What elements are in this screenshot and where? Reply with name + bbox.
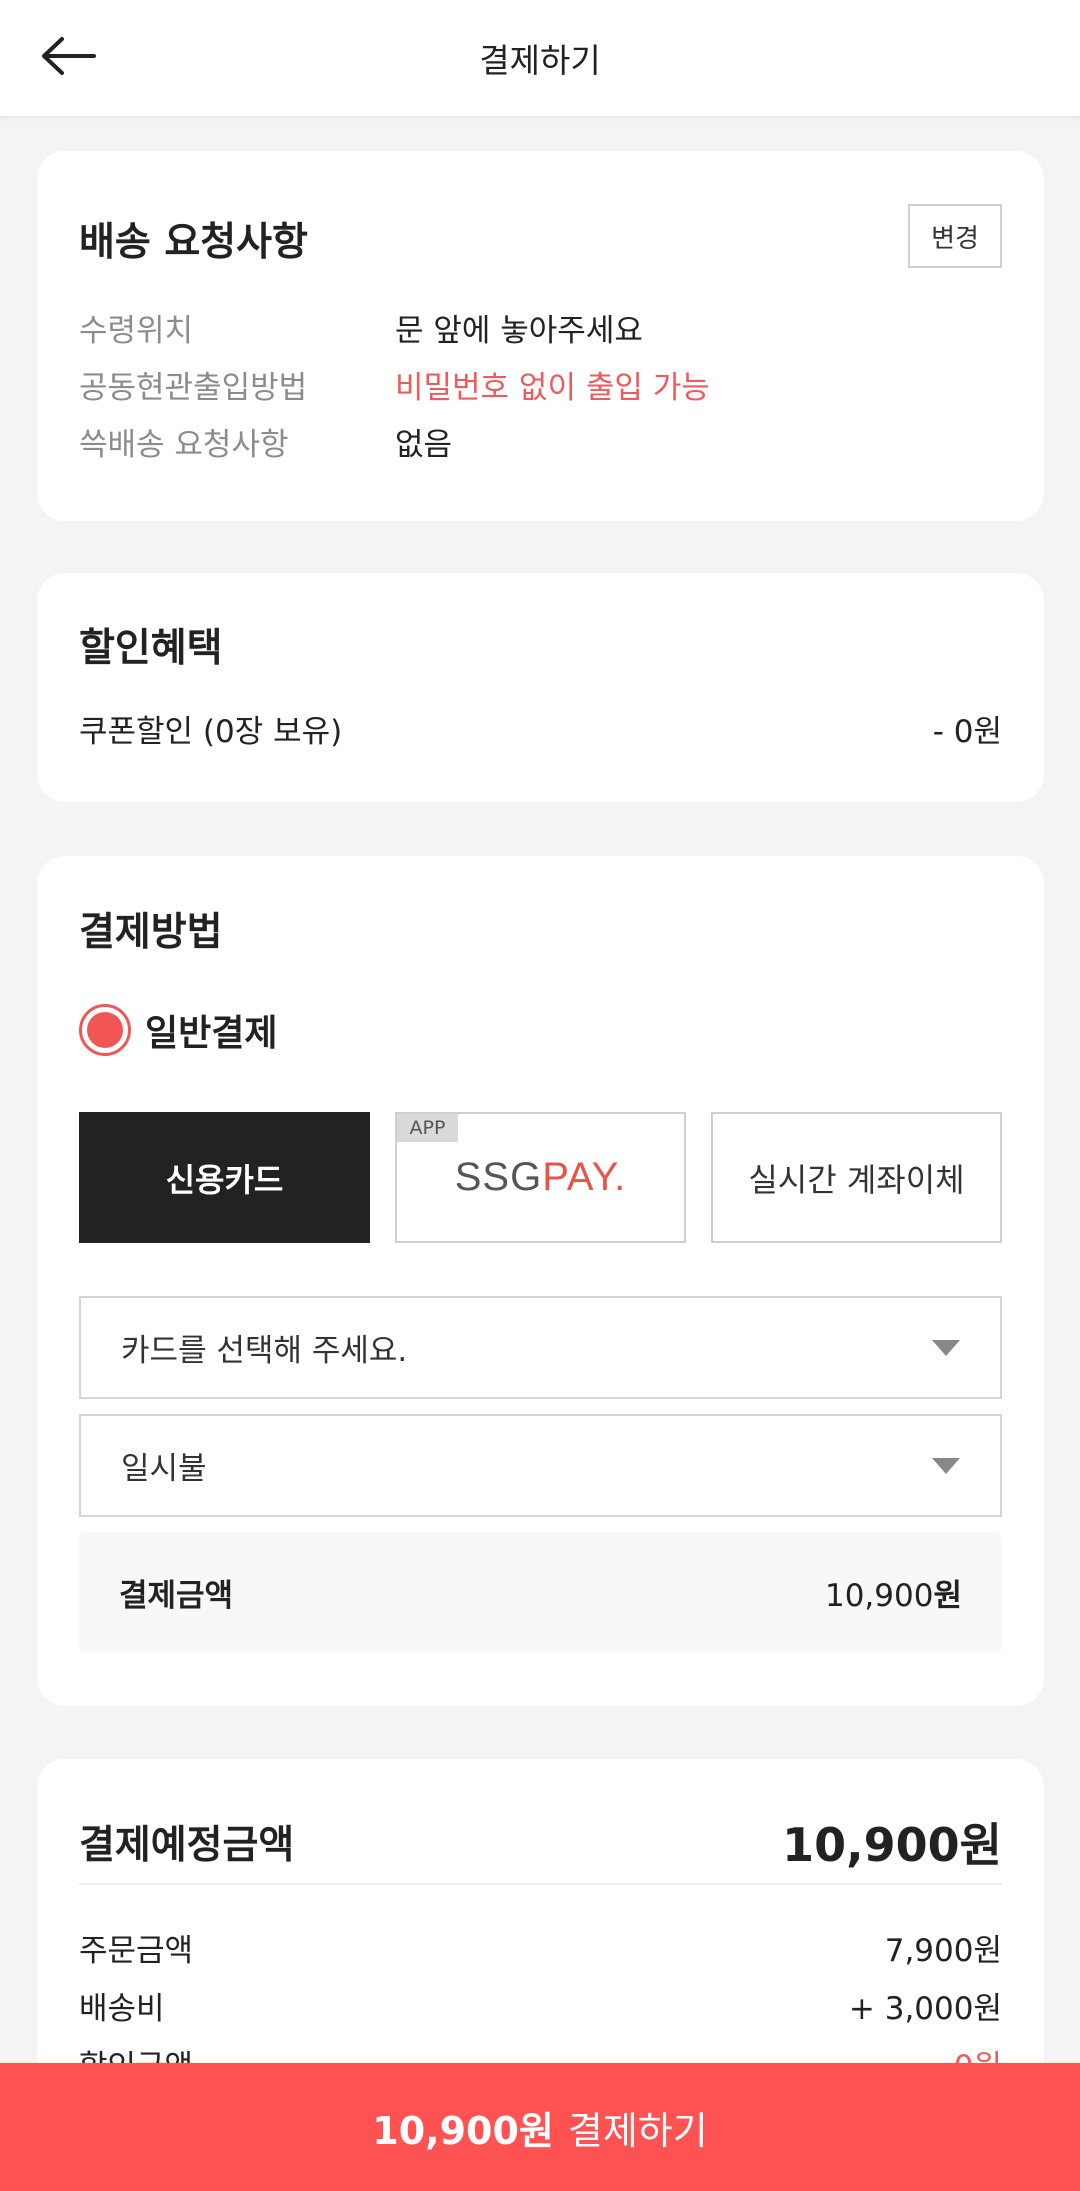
header-bar: 결제하기	[0, 0, 1080, 116]
radio-label: 일반결제	[145, 1013, 278, 1054]
method-credit-card-button[interactable]: 신용카드	[79, 1112, 370, 1243]
payment-amount-value: 10,900원	[824, 1578, 962, 1614]
discount-card: 할인혜택 쿠폰할인 (0장 보유) - 0원	[37, 573, 1044, 802]
change-button[interactable]: 변경	[908, 204, 1002, 268]
expected-amount-total: 10,900원	[782, 1818, 1002, 1872]
payment-method-card: 결제방법 일반결제 신용카드 APP SSGPAY. 실시간 계좌이체 카드를 …	[37, 856, 1044, 1706]
ssgpay-logo: SSGPAY.	[454, 1155, 627, 1199]
discount-title: 할인혜택	[79, 626, 223, 671]
payment-amount-box: 결제금액 10,900원	[79, 1532, 1002, 1653]
card-select-placeholder: 카드를 선택해 주세요.	[121, 1333, 408, 1369]
method-label: 신용카드	[165, 1160, 284, 1199]
caret-down-icon	[932, 1458, 960, 1474]
coupon-value: - 0원	[932, 714, 1002, 750]
detail-label: 배송비	[79, 1991, 165, 2027]
delivery-row-label: 공동현관출입방법	[79, 369, 308, 406]
delivery-row-label: 쓱배송 요청사항	[79, 426, 289, 463]
delivery-row-value: 없음	[395, 426, 453, 463]
delivery-row-entrance: 공동현관출입방법 비밀번호 없이 출입 가능	[79, 364, 710, 406]
page-title: 결제하기	[479, 41, 601, 80]
delivery-request-title: 배송 요청사항	[79, 220, 308, 265]
installment-select-dropdown[interactable]: 일시불	[79, 1414, 1002, 1517]
expected-amount-title: 결제예정금액	[79, 1823, 295, 1868]
method-bank-transfer-button[interactable]: 실시간 계좌이체	[711, 1112, 1002, 1243]
expected-amount-header: 결제예정금액 10,900원	[79, 1809, 1002, 1875]
delivery-row-value: 문 앞에 놓아주세요	[395, 312, 643, 349]
caret-down-icon	[932, 1340, 960, 1356]
delivery-request-card: 배송 요청사항 변경 수령위치 문 앞에 놓아주세요 공동현관출입방법 비밀번호…	[37, 151, 1044, 521]
detail-row-order-amount: 주문금액 7,900원	[79, 1925, 1002, 1970]
detail-row-shipping: 배송비 + 3,000원	[79, 1983, 1002, 2028]
card-select-dropdown[interactable]: 카드를 선택해 주세요.	[79, 1296, 1002, 1399]
detail-value: 7,900원	[884, 1933, 1002, 1969]
delivery-row-ssg-request: 쓱배송 요청사항 없음	[79, 421, 453, 463]
pay-button-amount: 10,900원	[372, 2108, 554, 2153]
method-label: 실시간 계좌이체	[748, 1160, 965, 1199]
coupon-label: 쿠폰할인 (0장 보유)	[79, 714, 343, 750]
coupon-row[interactable]: 쿠폰할인 (0장 보유) - 0원	[79, 706, 1002, 751]
divider	[79, 1883, 1002, 1885]
pay-button[interactable]: 10,900원 결제하기	[0, 2063, 1080, 2191]
method-ssgpay-button[interactable]: APP SSGPAY.	[395, 1112, 686, 1243]
installment-value: 일시불	[121, 1451, 207, 1487]
arrow-left-icon	[42, 37, 96, 75]
back-button[interactable]	[38, 30, 98, 82]
payment-amount-label: 결제금액	[119, 1578, 234, 1614]
detail-label: 주문금액	[79, 1933, 194, 1969]
payment-method-title: 결제방법	[79, 910, 223, 955]
delivery-row-label: 수령위치	[79, 312, 194, 349]
radio-selected-icon	[79, 1004, 131, 1056]
delivery-row-value: 비밀번호 없이 출입 가능	[395, 369, 710, 406]
app-tag-badge: APP	[397, 1114, 458, 1142]
general-payment-radio[interactable]: 일반결제	[79, 1004, 277, 1056]
pay-button-label: 결제하기	[567, 2108, 708, 2153]
delivery-row-location: 수령위치 문 앞에 놓아주세요	[79, 307, 643, 349]
detail-value: + 3,000원	[848, 1991, 1002, 2027]
